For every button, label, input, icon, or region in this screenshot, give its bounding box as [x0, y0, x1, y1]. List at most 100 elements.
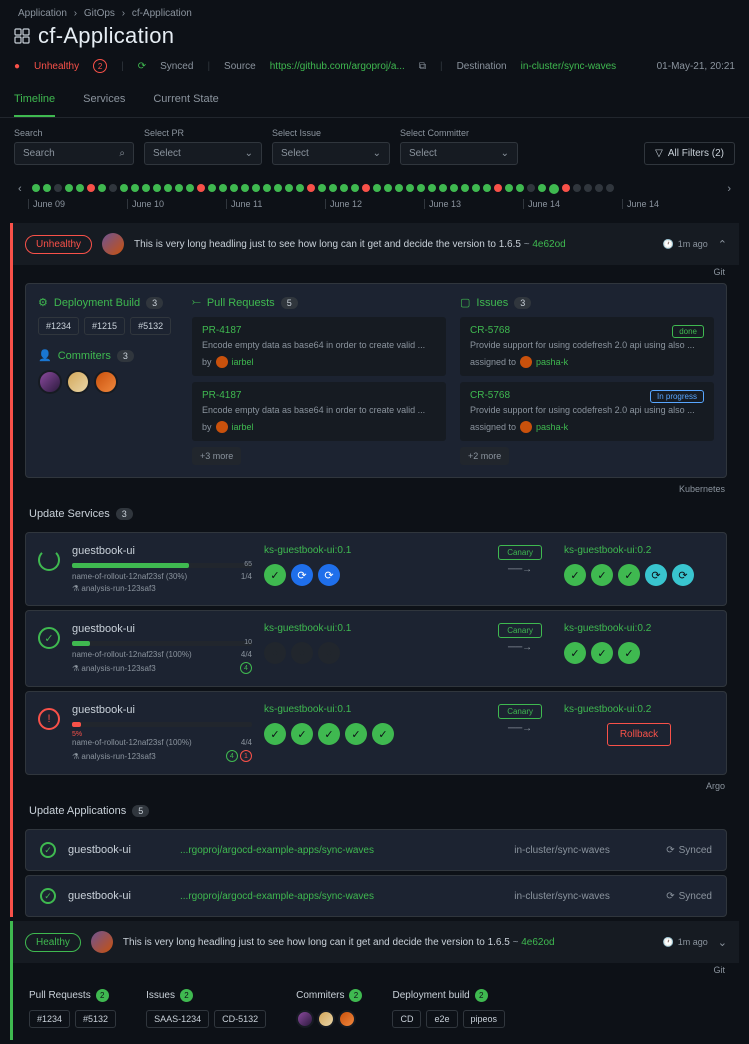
timeline-dots[interactable]: [32, 184, 718, 194]
ks-label[interactable]: ks-guestbook-ui:0.1: [264, 704, 476, 715]
avatar[interactable]: [296, 1010, 314, 1028]
timeline-next[interactable]: ›: [723, 183, 735, 195]
avatar[interactable]: [38, 370, 62, 394]
search-input[interactable]: Search ⌕: [14, 142, 134, 165]
avatar: [102, 233, 124, 255]
source-link[interactable]: https://github.com/argoproj/a...: [270, 61, 405, 72]
chevron-down-icon: ⌄: [373, 148, 381, 159]
ks-label[interactable]: ks-guestbook-ui:0.2: [564, 545, 714, 556]
build-chip[interactable]: #1215: [84, 317, 125, 335]
avatar[interactable]: [94, 370, 118, 394]
clock-icon: 🕐: [663, 239, 674, 250]
check-icon: ✓: [318, 723, 340, 745]
sync-status: Synced: [160, 61, 193, 72]
commit-hash[interactable]: 4e62od: [532, 239, 565, 250]
pr-more-link[interactable]: +3 more: [192, 447, 241, 465]
issue-more-link[interactable]: +2 more: [460, 447, 509, 465]
service-name[interactable]: guestbook-ui: [72, 623, 252, 635]
build-chip[interactable]: CD: [392, 1010, 421, 1028]
timeline-prev[interactable]: ‹: [14, 183, 26, 195]
build-chip[interactable]: #1234: [38, 317, 79, 335]
commit-headline: This is very long headling just to see h…: [123, 937, 653, 948]
all-filters-button[interactable]: ▽ All Filters (2): [644, 142, 735, 165]
issue-chip[interactable]: SAAS-1234: [146, 1010, 209, 1028]
external-link-icon[interactable]: ⧉: [419, 61, 426, 72]
check-icon: ✓: [372, 723, 394, 745]
pr-select[interactable]: Select ⌄: [144, 142, 262, 165]
committer-select[interactable]: Select ⌄: [400, 142, 518, 165]
pr-icon: ⤚: [192, 296, 201, 309]
timeline-date: June 14: [523, 199, 622, 209]
sync-icon: ⟳: [672, 564, 694, 586]
issue-chip[interactable]: CD-5132: [214, 1010, 266, 1028]
ks-label[interactable]: ks-guestbook-ui:0.1: [264, 545, 476, 556]
tab-services[interactable]: Services: [83, 83, 125, 117]
check-icon: ✓: [264, 564, 286, 586]
build-chip[interactable]: #5132: [130, 317, 171, 335]
app-grid-icon: [14, 28, 30, 44]
timestamp: 01-May-21, 20:21: [657, 61, 735, 72]
timeline-date: June 09: [28, 199, 127, 209]
pr-card[interactable]: PR-4187 Encode empty data as base64 in o…: [192, 382, 446, 441]
avatar: [91, 931, 113, 953]
check-icon: ✓: [345, 723, 367, 745]
check-icon: ✓: [618, 564, 640, 586]
check-icon: ✓: [564, 642, 586, 664]
service-name[interactable]: guestbook-ui: [72, 545, 252, 557]
issues-title: ▢ Issues 3: [460, 296, 714, 309]
expand-button[interactable]: ⌄: [718, 936, 727, 949]
app-row[interactable]: ✓ guestbook-ui ...rgoproj/argocd-example…: [25, 829, 727, 871]
ks-label[interactable]: ks-guestbook-ui:0.2: [564, 704, 714, 715]
arrow-icon: ──→: [508, 564, 532, 575]
issue-select[interactable]: Select ⌄: [272, 142, 390, 165]
time-ago: 🕐 1m ago: [663, 937, 708, 948]
commit-headline: This is very long headling just to see h…: [134, 239, 653, 250]
build-chip[interactable]: pipeos: [463, 1010, 506, 1028]
check-icon: ✓: [591, 642, 613, 664]
section-git-label: Git: [13, 265, 739, 279]
ks-label[interactable]: ks-guestbook-ui:0.1: [264, 623, 476, 634]
avatar[interactable]: [338, 1010, 356, 1028]
ks-label[interactable]: ks-guestbook-ui:0.2: [564, 623, 714, 634]
committer-filter-label: Select Committer: [400, 128, 518, 138]
pr-chip[interactable]: #1234: [29, 1010, 70, 1028]
avatar[interactable]: [66, 370, 90, 394]
build-chip[interactable]: e2e: [426, 1010, 457, 1028]
avatar[interactable]: [317, 1010, 335, 1028]
sync-icon: ⟳: [645, 564, 667, 586]
section-git-label: Git: [13, 963, 739, 977]
commit-hash[interactable]: 4e62od: [521, 937, 554, 948]
tab-timeline[interactable]: Timeline: [14, 83, 55, 117]
collapse-button[interactable]: ⌃: [718, 238, 727, 251]
tab-current-state[interactable]: Current State: [153, 83, 218, 117]
service-name[interactable]: guestbook-ui: [72, 704, 252, 716]
avatar: [520, 356, 532, 368]
app-row[interactable]: ✓ guestbook-ui ...rgoproj/argocd-example…: [25, 875, 727, 917]
section-k8s-label: Kubernetes: [13, 482, 739, 496]
dest-value[interactable]: in-cluster/sync-waves: [521, 61, 617, 72]
timeline-date: June 10: [127, 199, 226, 209]
pr-card[interactable]: PR-4187 Encode empty data as base64 in o…: [192, 317, 446, 376]
issue-card[interactable]: In progress CR-5768 Provide support for …: [460, 382, 714, 441]
canary-tag: Canary: [498, 704, 542, 719]
pr-chip[interactable]: #5132: [75, 1010, 116, 1028]
filter-icon: ▽: [655, 148, 663, 159]
search-icon: ⌕: [119, 148, 125, 159]
canary-tag: Canary: [498, 545, 542, 560]
sync-icon: ⟳: [138, 61, 146, 72]
update-services-title: Update Services 3: [13, 496, 739, 528]
timeline-date: June 11: [226, 199, 325, 209]
rollback-button[interactable]: Rollback: [607, 723, 671, 746]
success-icon: ✓: [38, 627, 60, 649]
unhealthy-count[interactable]: 2: [93, 59, 107, 73]
check-icon: ✓: [291, 723, 313, 745]
breadcrumb-app[interactable]: Application: [18, 8, 67, 19]
time-ago: 🕐 1m ago: [663, 239, 708, 250]
avatar: [216, 356, 228, 368]
person-icon: 👤: [38, 349, 52, 362]
health-pill: Healthy: [25, 933, 81, 952]
issue-card[interactable]: done CR-5768 Provide support for using c…: [460, 317, 714, 376]
breadcrumb-gitops[interactable]: GitOps: [84, 8, 115, 19]
sync-icon: ⟳: [666, 891, 674, 902]
rocket-icon: ⚙: [38, 296, 48, 309]
